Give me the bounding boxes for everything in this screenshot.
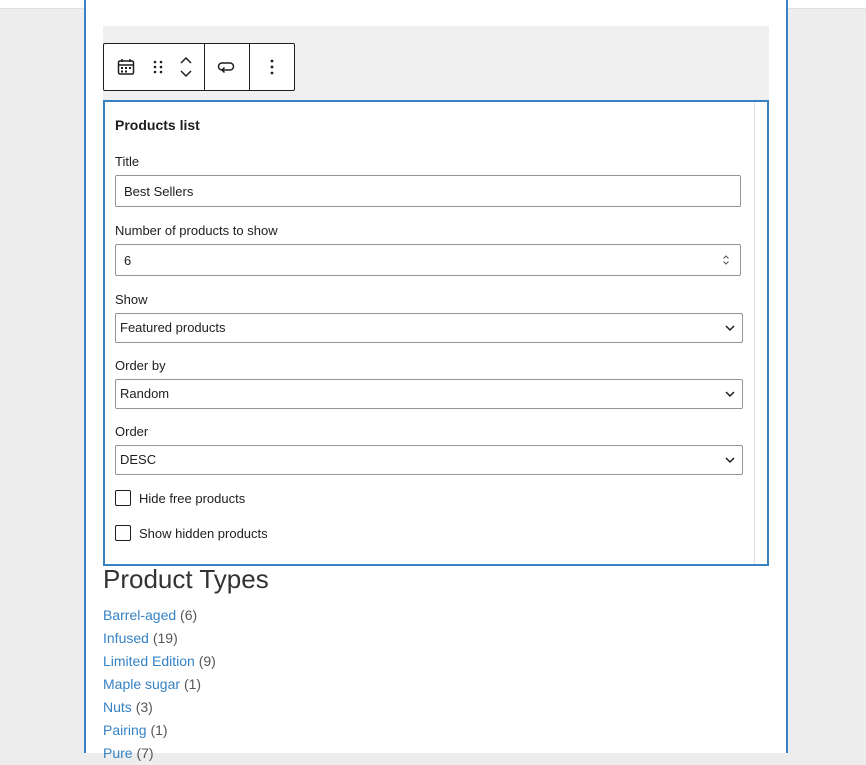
loop-icon <box>217 62 235 74</box>
block-toolbar-group-main <box>104 44 205 90</box>
show-hidden-checkbox[interactable] <box>115 525 131 541</box>
show-label: Show <box>115 292 148 307</box>
orderby-select[interactable]: Random <box>115 379 743 409</box>
order-select-value: DESC <box>120 452 157 467</box>
show-hidden-row: Show hidden products <box>115 525 268 541</box>
hide-free-label: Hide free products <box>139 490 246 506</box>
product-types-heading: Product Types <box>103 564 269 594</box>
term-count: (3) <box>135 699 153 715</box>
more-vertical-icon <box>270 59 274 75</box>
list-item: Barrel-aged (6) <box>103 604 216 627</box>
term-count: (6) <box>180 607 198 623</box>
list-item: Pairing (1) <box>103 719 216 742</box>
orderby-label: Order by <box>115 358 166 373</box>
number-label: Number of products to show <box>115 223 278 238</box>
editor-canvas: Products list Title Best Sellers Number … <box>84 0 788 761</box>
list-item: Limited Edition (9) <box>103 650 216 673</box>
title-input[interactable]: Best Sellers <box>115 175 741 207</box>
block-toolbar-group-transform <box>205 44 250 90</box>
list-item: Infused (19) <box>103 627 216 650</box>
spinner-icon[interactable] <box>722 254 730 266</box>
more-options-button[interactable] <box>256 45 288 89</box>
order-label: Order <box>115 424 149 439</box>
number-input[interactable]: 6 <box>115 244 741 276</box>
block-toolbar <box>103 43 295 91</box>
term-link[interactable]: Pure <box>103 745 133 761</box>
term-link[interactable]: Infused <box>103 630 149 646</box>
list-item: Nuts (3) <box>103 696 216 719</box>
show-select[interactable]: Featured products <box>115 313 743 343</box>
hide-free-checkbox[interactable] <box>115 490 131 506</box>
block-toolbar-group-options <box>250 44 294 90</box>
chevron-down-icon <box>725 325 735 332</box>
calendar-icon <box>117 59 135 75</box>
term-count: (19) <box>152 630 178 646</box>
term-count: (7) <box>136 745 154 761</box>
term-count: (1) <box>183 676 202 692</box>
term-count: (1) <box>150 722 168 738</box>
drag-handle-button[interactable] <box>142 45 174 89</box>
products-list-block: Products list Title Best Sellers Number … <box>103 100 769 566</box>
term-link[interactable]: Barrel-aged <box>103 607 176 623</box>
block-type-button[interactable] <box>110 45 142 89</box>
block-movers <box>174 45 198 89</box>
term-link[interactable]: Nuts <box>103 699 132 715</box>
orderby-select-value: Random <box>120 386 170 401</box>
show-hidden-label: Show hidden products <box>139 525 268 541</box>
title-label: Title <box>115 154 140 169</box>
chevron-down-icon[interactable] <box>179 69 193 78</box>
product-types-list: Barrel-aged (6) Infused (19) Limited Edi… <box>103 604 216 765</box>
scrollbar[interactable] <box>754 102 755 564</box>
term-count: (9) <box>198 653 216 669</box>
order-select[interactable]: DESC <box>115 445 743 475</box>
panel-title: Products list <box>115 117 200 133</box>
number-value: 6 <box>124 253 132 268</box>
chevron-down-icon <box>725 391 735 398</box>
show-select-value: Featured products <box>120 320 226 335</box>
term-link[interactable]: Maple sugar <box>103 676 180 692</box>
drag-handle-icon <box>153 60 163 74</box>
chevron-up-icon[interactable] <box>179 56 193 65</box>
list-item: Pure (7) <box>103 742 216 765</box>
hide-free-row: Hide free products <box>115 490 245 506</box>
list-item: Maple sugar (1) <box>103 673 216 696</box>
chevron-down-icon <box>725 457 735 464</box>
term-link[interactable]: Limited Edition <box>103 653 195 669</box>
transform-button[interactable] <box>211 45 243 89</box>
term-link[interactable]: Pairing <box>103 722 147 738</box>
